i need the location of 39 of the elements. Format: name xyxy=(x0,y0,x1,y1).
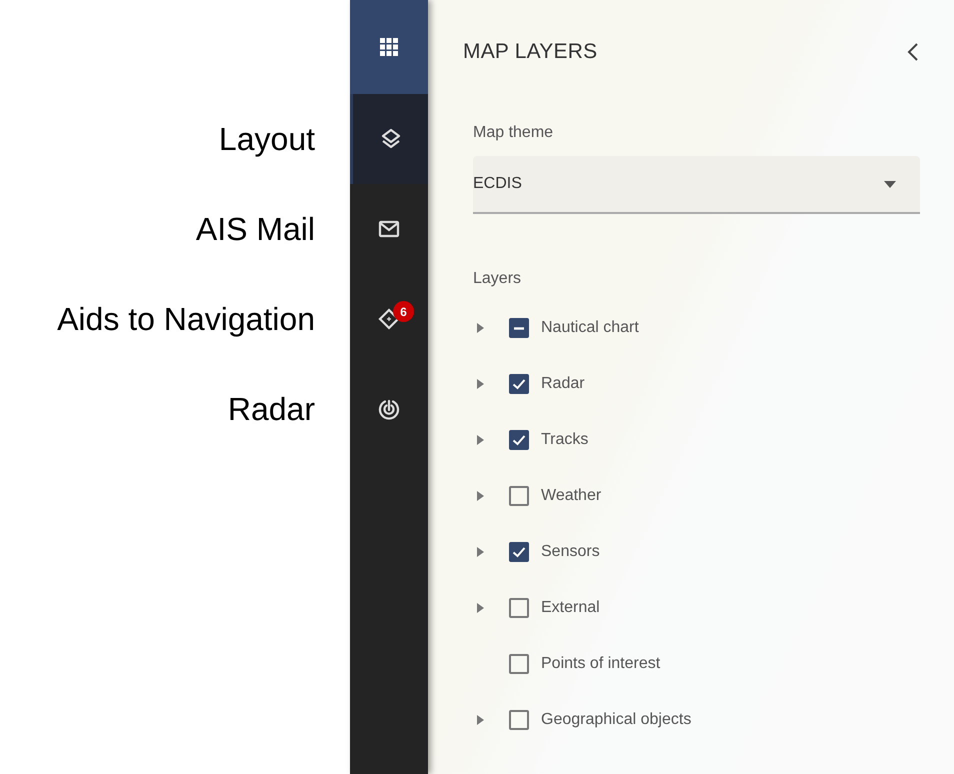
layer-checkbox[interactable] xyxy=(509,430,529,450)
layer-checkbox[interactable] xyxy=(509,654,529,674)
layer-label: External xyxy=(541,599,600,617)
expand-arrow-icon[interactable] xyxy=(477,491,484,501)
count-badge: 6 xyxy=(393,301,414,322)
section-label: Layers xyxy=(473,270,522,288)
field-label: Map theme xyxy=(473,124,554,142)
expand-arrow-icon[interactable] xyxy=(477,323,484,333)
layer-label: Geographical objects xyxy=(541,711,692,729)
callout-label: Layout xyxy=(218,120,315,158)
expand-arrow-icon[interactable] xyxy=(477,547,484,557)
layer-label: Nautical chart xyxy=(541,319,639,337)
expand-arrow-icon[interactable] xyxy=(477,379,484,389)
layer-checkbox[interactable] xyxy=(509,542,529,562)
layer-label: Weather xyxy=(541,487,602,505)
layer-label: Tracks xyxy=(541,431,588,449)
callout-label: Aids to Navigation xyxy=(57,300,315,338)
dropdown-caret-icon xyxy=(884,180,896,188)
rail-tab[interactable]: 6 xyxy=(350,274,428,364)
expand-arrow-icon[interactable] xyxy=(477,715,484,725)
expand-arrow-icon[interactable] xyxy=(477,603,484,613)
callout-label: Radar xyxy=(228,390,315,428)
layer-checkbox[interactable] xyxy=(509,598,529,618)
dash-icon xyxy=(514,326,524,330)
apps-icon xyxy=(377,35,401,59)
panel-title: MAP LAYERS xyxy=(463,40,598,64)
layer-checkbox[interactable] xyxy=(509,318,529,338)
radar-icon xyxy=(377,397,401,421)
layer-label: Radar xyxy=(541,375,585,393)
layer-checkbox[interactable] xyxy=(509,486,529,506)
theme-dropdown[interactable]: ECDIS xyxy=(473,156,920,214)
collapse-chevron-icon[interactable] xyxy=(906,42,920,62)
callout-label: AIS Mail xyxy=(196,210,315,248)
layer-label: Points of interest xyxy=(541,655,660,673)
diamond-icon xyxy=(377,307,401,331)
layer-checkbox[interactable] xyxy=(509,374,529,394)
layer-checkbox[interactable] xyxy=(509,710,529,730)
expand-arrow-icon[interactable] xyxy=(477,435,484,445)
layer-label: Sensors xyxy=(541,543,600,561)
